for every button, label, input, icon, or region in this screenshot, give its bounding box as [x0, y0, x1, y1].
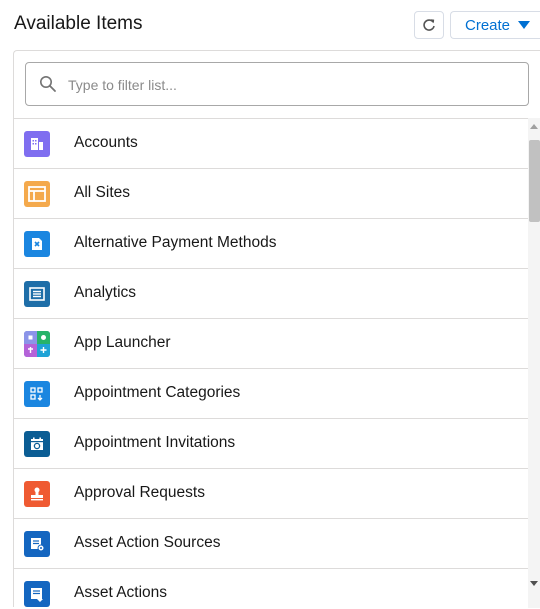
refresh-button[interactable] [414, 11, 444, 39]
list-item-label: Appointment Categories [74, 384, 241, 401]
page-title: Available Items [14, 13, 143, 34]
appointment-invitations-icon [24, 431, 50, 457]
list-item-analytics[interactable]: Analytics [14, 269, 528, 319]
payment-method-icon [24, 231, 50, 257]
accounts-icon [24, 131, 50, 157]
list-item-accounts[interactable]: Accounts [14, 119, 528, 169]
list-item-appointment-categories[interactable]: Appointment Categories [14, 369, 528, 419]
chevron-down-icon [518, 21, 531, 29]
available-items-panel: Accounts All Sites Alternative Payment M… [13, 50, 540, 609]
scrollbar-thumb[interactable] [529, 140, 540, 222]
list-scrollbar[interactable] [528, 118, 540, 608]
scroll-down-arrow-icon[interactable] [530, 581, 538, 586]
items-list: Accounts All Sites Alternative Payment M… [14, 118, 528, 609]
all-sites-icon [24, 181, 50, 207]
list-item-label: Accounts [74, 134, 138, 151]
list-item-label: Approval Requests [74, 484, 205, 501]
list-item-alternative-payment-methods[interactable]: Alternative Payment Methods [14, 219, 528, 269]
create-button[interactable]: Create [450, 11, 540, 39]
list-item-label: Asset Actions [74, 584, 168, 601]
list-item-label: Alternative Payment Methods [74, 234, 277, 251]
list-item-appointment-invitations[interactable]: Appointment Invitations [14, 419, 528, 469]
list-item-label: All Sites [74, 184, 130, 201]
approval-requests-icon [24, 481, 50, 507]
refresh-icon [423, 19, 435, 31]
create-button-label: Create [465, 16, 511, 34]
search-box [25, 62, 529, 107]
panel-header: Available Items Create [0, 0, 540, 50]
asset-actions-icon [24, 581, 50, 607]
list-item-all-sites[interactable]: All Sites [14, 169, 528, 219]
list-item-approval-requests[interactable]: Approval Requests [14, 469, 528, 519]
list-item-asset-action-sources[interactable]: Asset Action Sources [14, 519, 528, 569]
appointment-categories-icon [24, 381, 50, 407]
app-launcher-icon [24, 331, 50, 357]
scroll-up-arrow-icon[interactable] [530, 124, 538, 129]
search-input[interactable] [66, 63, 520, 107]
list-item-label: App Launcher [74, 334, 171, 351]
search-icon [40, 76, 56, 92]
asset-action-sources-icon [24, 531, 50, 557]
list-item-asset-actions[interactable]: Asset Actions [14, 569, 528, 609]
list-item-label: Appointment Invitations [74, 434, 236, 451]
analytics-icon [24, 281, 50, 307]
list-item-app-launcher[interactable]: App Launcher [14, 319, 528, 369]
list-item-label: Asset Action Sources [74, 534, 221, 551]
list-item-label: Analytics [74, 284, 137, 301]
